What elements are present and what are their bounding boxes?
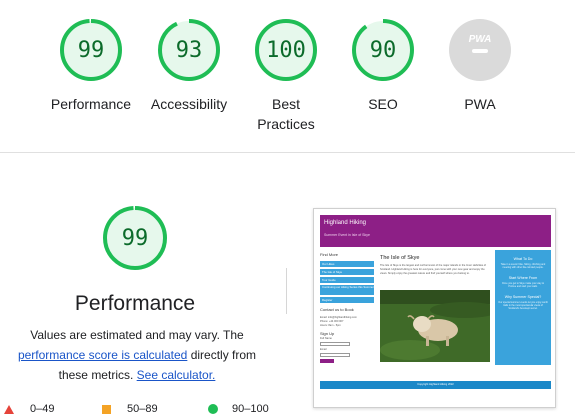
performance-main-score: 99 bbox=[121, 225, 149, 251]
thumb-right-heading: What To Do bbox=[513, 257, 533, 261]
thumb-main-title: The Isle of Skye bbox=[380, 255, 420, 261]
thumb-nav-link: Continuing our Hiking Series this Summer bbox=[320, 285, 374, 295]
thumb-right-text: Our special summer events let you enjoy … bbox=[498, 300, 548, 311]
square-icon bbox=[102, 404, 111, 414]
legend-fail-range: 0–49 bbox=[30, 403, 55, 415]
thumb-contact-heading: Contact us to Book bbox=[320, 307, 354, 312]
description-text-1: Values are estimated and may vary. The bbox=[30, 328, 244, 342]
thumb-nav-link: Our Hikes bbox=[320, 261, 374, 267]
best-practices-label-line1: Best bbox=[271, 96, 300, 112]
legend-average: 50–89 bbox=[102, 403, 158, 415]
best-practices-gauge[interactable]: 100 bbox=[254, 18, 318, 82]
thumb-nav-link: Register bbox=[320, 297, 374, 303]
seo-score: 90 bbox=[369, 37, 397, 63]
thumb-site-subtitle: Summer Event in Isle of Skye bbox=[324, 233, 370, 237]
thumb-left-column: Find More Our Hikes The Isle of Skye Tou… bbox=[320, 252, 376, 367]
best-practices-label-line2: Practices bbox=[257, 116, 315, 132]
thumb-right-heading: Start Where From bbox=[508, 275, 538, 280]
legend-average-range: 50–89 bbox=[127, 403, 158, 415]
seo-gauge[interactable]: 90 bbox=[351, 18, 415, 82]
seo-label: SEO bbox=[368, 96, 398, 112]
performance-main-gauge: 99 bbox=[102, 205, 168, 271]
performance-gauge[interactable]: 99 bbox=[59, 18, 123, 82]
thumb-site-footer: Copyright Highland Hiking 2022 bbox=[320, 381, 551, 389]
thumb-right-text: Once you get to Skye make your way to Po… bbox=[501, 281, 545, 289]
vertical-divider bbox=[286, 268, 287, 314]
section-divider bbox=[0, 152, 575, 153]
thumb-right-text: Take in a scenic hike, hiking, climbing … bbox=[500, 263, 546, 270]
thumb-signup-field-label: Full Name bbox=[320, 337, 332, 340]
accessibility-gauge[interactable]: 93 bbox=[157, 18, 221, 82]
thumb-contact-line: Hours: 8am - 5pm bbox=[320, 324, 341, 327]
pwa-badge-text: PWA bbox=[469, 34, 492, 45]
thumb-signup-input bbox=[320, 342, 350, 346]
thumb-signup-heading: Sign Up bbox=[320, 331, 335, 336]
thumb-site-header: Highland Hiking Summer Event in Isle of … bbox=[320, 215, 551, 247]
performance-score: 99 bbox=[77, 37, 105, 63]
legend-pass-range: 90–100 bbox=[232, 403, 269, 415]
thumb-right-heading: Why Summer Special? bbox=[504, 294, 542, 299]
thumb-signup-input bbox=[320, 353, 350, 357]
highland-cow-image bbox=[380, 290, 490, 362]
circle-icon bbox=[208, 404, 218, 414]
thumb-nav-link: Tour Guide bbox=[320, 277, 374, 283]
accessibility-label: Accessibility bbox=[150, 96, 228, 112]
performance-heading: Performance bbox=[74, 292, 196, 315]
thumb-highland-cow-photo bbox=[380, 290, 490, 362]
final-screenshot-thumbnail[interactable]: Highland Hiking Summer Event in Isle of … bbox=[313, 208, 556, 408]
thumb-main-paragraph: The Isle of Skye is the largest and nort… bbox=[380, 264, 486, 275]
accessibility-score: 93 bbox=[175, 37, 203, 63]
legend-fail: 0–49 bbox=[4, 403, 54, 415]
pwa-gauge[interactable]: PWA bbox=[448, 18, 512, 82]
score-calculated-link[interactable]: performance score is calculated bbox=[18, 348, 187, 362]
thumb-nav-link: The Isle of Skye bbox=[320, 269, 374, 275]
thumb-signup-button bbox=[320, 359, 334, 363]
best-practices-label: Best Practices bbox=[246, 94, 326, 134]
best-practices-score: 100 bbox=[266, 37, 306, 63]
thumb-site-title: Highland Hiking bbox=[324, 220, 367, 226]
pwa-badge-icon: PWA bbox=[449, 19, 511, 81]
performance-label: Performance bbox=[50, 96, 132, 112]
performance-description: Values are estimated and may vary. The p… bbox=[6, 325, 268, 385]
thumb-right-column: What To Do Take in a scenic hike, hiking… bbox=[495, 250, 551, 365]
thumb-find-more: Find More bbox=[320, 252, 339, 257]
thumb-signup-field-label: Email bbox=[320, 348, 327, 351]
triangle-icon bbox=[4, 404, 14, 414]
see-calculator-link[interactable]: See calculator. bbox=[137, 368, 216, 382]
legend-pass: 90–100 bbox=[208, 403, 269, 415]
pwa-label: PWA bbox=[464, 96, 496, 112]
thumb-main-column: The Isle of Skye The Isle of Skye is the… bbox=[380, 252, 490, 367]
